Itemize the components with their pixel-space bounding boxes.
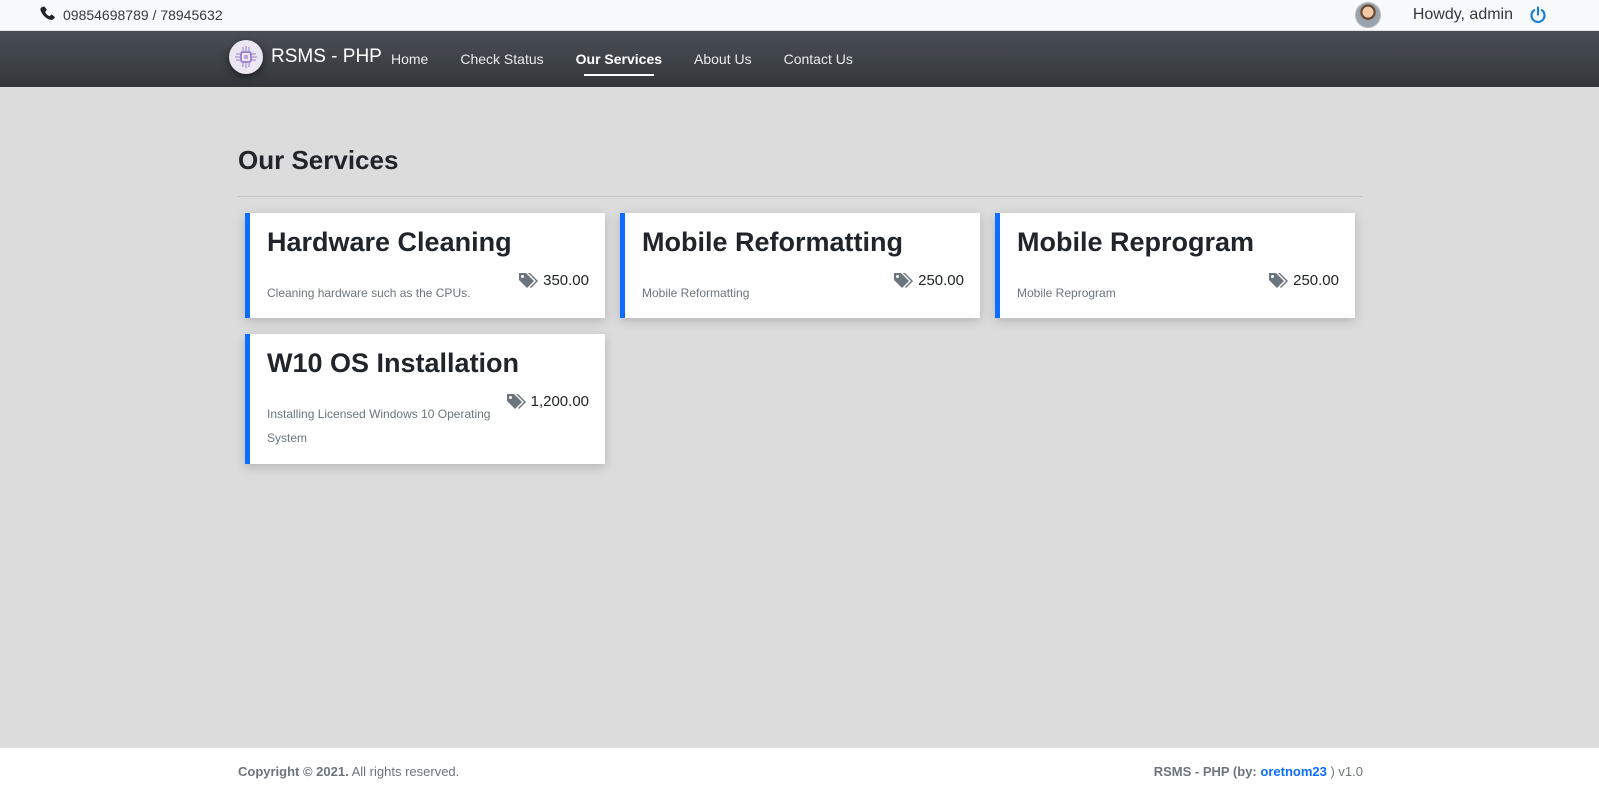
version-text: ) v1.0 (1330, 764, 1363, 779)
phone-number: 09854698789 / 78945632 (63, 7, 223, 23)
main-navbar: RSMS - PHP Home Check Status Our Service… (0, 31, 1599, 87)
brand[interactable]: RSMS - PHP (229, 40, 382, 74)
top-bar: 09854698789 / 78945632 Howdy, admin (0, 0, 1599, 31)
service-description: Mobile Reprogram (1017, 286, 1116, 300)
nav-our-services[interactable]: Our Services (576, 43, 662, 76)
user-avatar[interactable] (1354, 2, 1381, 28)
author-link[interactable]: oretnom23 (1260, 764, 1326, 779)
price-tag-icon (1268, 272, 1289, 289)
service-title: Mobile Reprogram (1017, 227, 1255, 257)
page-footer: Copyright © 2021. All rights reserved. R… (0, 747, 1599, 797)
price-value: 250.00 (1293, 272, 1339, 289)
price-tag-icon (893, 272, 914, 289)
service-card-hardware-cleaning[interactable]: Hardware Cleaning Cleaning hardware such… (245, 213, 605, 318)
title-divider (238, 196, 1363, 197)
price-tag-icon (518, 272, 539, 289)
price-tag-icon (506, 393, 526, 410)
phone-icon (40, 6, 55, 24)
app-credit: RSMS - PHP (by: oretnom23 ) v1.0 (1154, 764, 1363, 779)
service-price: 250.00 (1268, 272, 1339, 289)
copyright: Copyright © 2021. All rights reserved. (238, 764, 459, 779)
nav-menu: Home Check Status Our Services About Us … (391, 31, 885, 87)
price-value: 1,200.00 (530, 393, 589, 410)
price-value: 250.00 (918, 272, 964, 289)
service-title: Mobile Reformatting (642, 227, 903, 257)
greeting-text[interactable]: Howdy, admin (1413, 6, 1513, 24)
nav-about-us[interactable]: About Us (694, 43, 752, 75)
service-price: 350.00 (518, 272, 589, 289)
copyright-text: All rights reserved. (351, 764, 460, 779)
price-value: 350.00 (543, 272, 589, 289)
contact-info: 09854698789 / 78945632 (40, 6, 223, 24)
app-name: RSMS - PHP (by: (1153, 764, 1257, 779)
brand-name[interactable]: RSMS - PHP (271, 46, 382, 68)
service-title: Hardware Cleaning (267, 227, 512, 257)
nav-contact-us[interactable]: Contact Us (784, 43, 853, 75)
nav-check-status[interactable]: Check Status (460, 43, 543, 75)
service-description: Cleaning hardware such as the CPUs. (267, 286, 471, 300)
page-title: Our Services (238, 145, 399, 175)
service-price: 1,200.00 (506, 393, 589, 410)
copyright-year: Copyright © 2021. (238, 764, 349, 779)
service-description: Installing Licensed Windows 10 Operating… (267, 407, 491, 445)
service-card-mobile-reprogram[interactable]: Mobile Reprogram Mobile Reprogram 250.00 (995, 213, 1355, 318)
brand-logo-icon[interactable] (229, 40, 263, 74)
user-menu[interactable]: Howdy, admin (1354, 2, 1547, 28)
power-icon[interactable] (1529, 6, 1547, 24)
service-price: 250.00 (893, 272, 964, 289)
service-description: Mobile Reformatting (642, 286, 750, 300)
service-card-w10-os-installation[interactable]: W10 OS Installation Installing Licensed … (245, 334, 605, 464)
service-title: W10 OS Installation (267, 348, 520, 378)
service-card-mobile-reformatting[interactable]: Mobile Reformatting Mobile Reformatting … (620, 213, 980, 318)
nav-home[interactable]: Home (391, 43, 428, 75)
